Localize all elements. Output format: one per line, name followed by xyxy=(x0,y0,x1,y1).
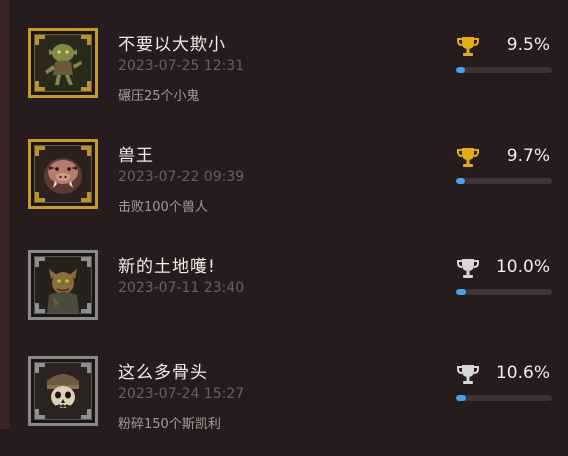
goblin-badge-icon xyxy=(34,34,92,92)
skeleton-badge-icon xyxy=(34,362,92,420)
left-edge-strip xyxy=(0,0,10,429)
achievement-badge xyxy=(28,28,98,98)
achievement-row[interactable]: 兽王 2023-07-22 09:39 击败100个兽人 9.7% xyxy=(10,139,568,239)
achievement-row[interactable]: 不要以大欺小 2023-07-25 12:31 碾压25个小鬼 9.5% xyxy=(10,28,568,128)
gold-trophy-icon xyxy=(457,148,479,167)
achievement-description: 击败100个兽人 xyxy=(118,200,208,215)
achievement-title: 新的土地嚄! xyxy=(118,257,216,277)
achievement-progress-bar xyxy=(456,289,552,295)
achievement-progress-fill xyxy=(456,67,466,73)
achievement-progress-fill xyxy=(456,178,466,184)
achievement-title: 不要以大欺小 xyxy=(118,35,226,55)
achievement-badge xyxy=(28,356,98,426)
achievement-progress-bar xyxy=(456,395,552,401)
achievement-description: 碾压25个小鬼 xyxy=(118,89,200,104)
achievement-progress-bar xyxy=(456,67,552,73)
achievement-badge xyxy=(28,250,98,320)
achievement-percent: 10.0% xyxy=(495,257,550,277)
achievement-row[interactable]: 新的土地嚄! 2023-07-11 23:40 10.0% xyxy=(10,250,568,350)
achievement-date: 2023-07-24 15:27 xyxy=(118,386,245,402)
achievement-badge xyxy=(28,139,98,209)
silver-trophy-icon xyxy=(457,365,479,384)
achievement-date: 2023-07-25 12:31 xyxy=(118,58,245,74)
achievement-percent: 9.7% xyxy=(506,146,550,166)
boar-orc-badge-icon xyxy=(34,145,92,203)
achievement-percent: 9.5% xyxy=(506,35,550,55)
achievement-progress-fill xyxy=(456,289,466,295)
achievement-progress-bar xyxy=(456,178,552,184)
silver-trophy-icon xyxy=(457,259,479,278)
achievement-date: 2023-07-22 09:39 xyxy=(118,169,245,185)
achievement-description: 粉碎150个斯凯利 xyxy=(118,417,221,432)
achievement-progress-fill xyxy=(456,395,467,401)
orc-warrior-badge-icon xyxy=(34,256,92,314)
achievement-percent: 10.6% xyxy=(495,363,550,383)
achievement-title: 兽王 xyxy=(118,146,154,166)
achievement-date: 2023-07-11 23:40 xyxy=(118,280,245,296)
achievement-title: 这么多骨头 xyxy=(118,363,208,383)
achievement-row[interactable]: 这么多骨头 2023-07-24 15:27 粉碎150个斯凯利 10.6% xyxy=(10,356,568,456)
gold-trophy-icon xyxy=(457,37,479,56)
achievement-list: 不要以大欺小 2023-07-25 12:31 碾压25个小鬼 9.5% 兽王 … xyxy=(10,0,568,432)
